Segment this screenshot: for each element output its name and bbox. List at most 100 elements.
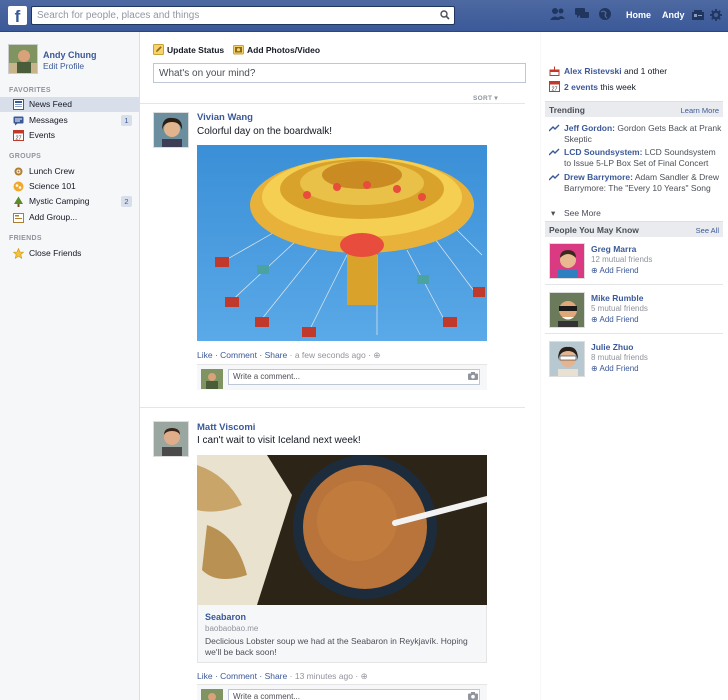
globe-notifications-icon[interactable] [598, 7, 612, 23]
comment-link[interactable]: Comment [220, 671, 257, 681]
sidebar-item-news-feed[interactable]: News Feed [0, 97, 139, 112]
news-feed-icon [13, 99, 24, 110]
pymk-title: People You May Know [549, 225, 639, 235]
trending-topic[interactable]: Drew Barrymore: [564, 172, 633, 182]
add-friend-button[interactable]: ⊕ Add Friend [591, 364, 639, 373]
add-friend-button[interactable]: ⊕ Add Friend [591, 266, 639, 275]
birthday-name[interactable]: Alex Ristevski [564, 66, 622, 76]
events-rest: this week [600, 82, 636, 92]
add-photos-tab[interactable]: Add Photos/Video [233, 44, 320, 55]
profile-name[interactable]: Andy Chung [43, 50, 97, 60]
sidebar-item-label: Add Group... [29, 212, 78, 222]
sidebar-item-add-group[interactable]: Add Group... [0, 210, 139, 225]
home-link[interactable]: Home [626, 10, 651, 20]
status-input[interactable]: What's on your mind? [153, 63, 526, 83]
sidebar-item-lunch-crew[interactable]: Lunch Crew [0, 164, 139, 179]
post-photo-lobster-soup[interactable] [197, 455, 487, 605]
star-icon [12, 247, 25, 259]
sidebar-item-label: Science 101 [29, 181, 76, 191]
person-name[interactable]: Greg Marra [591, 244, 636, 254]
post-author-name[interactable]: Matt Viscomi [197, 422, 255, 433]
science-group-icon [13, 181, 24, 192]
trending-item[interactable]: Jeff Gordon: Gordon Gets Back at Prank S… [548, 123, 724, 145]
person-avatar[interactable] [549, 341, 585, 377]
sidebar-item-label: Events [29, 130, 55, 140]
edit-profile-link[interactable]: Edit Profile [43, 61, 84, 71]
person-avatar[interactable] [549, 292, 585, 328]
post-photo-swing-ride[interactable] [197, 145, 487, 341]
birthday-cake-icon [549, 65, 560, 76]
trending-topic[interactable]: Jeff Gordon: [564, 123, 615, 133]
person-avatar[interactable] [549, 243, 585, 279]
add-friend-label: Add Friend [599, 315, 639, 324]
birthday-rest: and 1 other [624, 66, 668, 76]
sidebar-item-close-friends[interactable]: Close Friends [0, 246, 139, 261]
chevron-down-icon: ▾ [551, 208, 556, 218]
link-title[interactable]: Seabaron [205, 612, 246, 622]
add-friend-button[interactable]: ⊕ Add Friend [591, 315, 639, 324]
pencil-icon [153, 44, 164, 55]
add-group-icon [13, 212, 24, 223]
share-link[interactable]: Share [265, 350, 288, 360]
svg-text:27: 27 [551, 87, 557, 93]
post-action-bar: Like · Comment · Share · 13 minutes ago … [197, 671, 368, 681]
news-feed: Update Status Add Photos/Video What's on… [140, 32, 540, 700]
person-name[interactable]: Julie Zhuo [591, 342, 634, 352]
sidebar-item-events[interactable]: 27 Events [0, 128, 139, 143]
facebook-logo[interactable]: f [8, 6, 27, 25]
profile-avatar[interactable] [8, 44, 38, 74]
comment-input[interactable]: Write a comment... [228, 369, 480, 385]
camera-icon[interactable] [468, 372, 478, 382]
post-timestamp[interactable]: a few seconds ago [295, 350, 366, 360]
camera-icon[interactable] [468, 692, 478, 700]
calendar-icon: 27 [13, 130, 24, 142]
person-name[interactable]: Mike Rumble [591, 293, 643, 303]
divider [545, 333, 723, 334]
comment-box: Write a comment... [197, 364, 487, 390]
post-timestamp[interactable]: 13 minutes ago [295, 671, 353, 681]
mutual-friends[interactable]: 8 mutual friends [591, 353, 648, 362]
post-author-name[interactable]: Vivian Wang [197, 112, 253, 123]
public-globe-icon: ⊕ [373, 350, 381, 360]
link-preview-card[interactable]: Seabaron baobaobao.me Declicious Lobster… [197, 605, 487, 663]
mutual-friends[interactable]: 12 mutual friends [591, 255, 652, 264]
add-friend-label: Add Friend [599, 266, 639, 275]
privacy-shortcuts-icon[interactable] [692, 10, 704, 23]
sidebar-item-mystic-camping[interactable]: Mystic Camping 2 [0, 194, 139, 209]
add-friend-icon: ⊕ [591, 315, 598, 324]
events-reminder[interactable]: 27 2 events this week [549, 81, 636, 93]
people-you-may-know-header: People You May Know See All [545, 221, 723, 237]
like-link[interactable]: Like [197, 671, 213, 681]
search-input[interactable] [37, 7, 432, 24]
see-all-link[interactable]: See All [696, 226, 719, 235]
settings-gear-icon[interactable] [710, 9, 722, 23]
post-text: I can't wait to visit Iceland next week! [197, 435, 361, 446]
see-more-link[interactable]: ▾ See More [549, 208, 724, 219]
mutual-friends[interactable]: 5 mutual friends [591, 304, 648, 313]
post-author-avatar[interactable] [153, 112, 189, 148]
learn-more-link[interactable]: Learn More [681, 106, 719, 115]
sort-dropdown[interactable]: SORT ▾ [473, 94, 498, 102]
post-text: Colorful day on the boardwalk! [197, 126, 333, 137]
trending-item[interactable]: Drew Barrymore: Adam Sandler & Drew Barr… [548, 172, 724, 205]
comment-link[interactable]: Comment [220, 350, 257, 360]
trending-topic[interactable]: LCD Soundsystem: [564, 147, 642, 157]
post-author-avatar[interactable] [153, 421, 189, 457]
like-link[interactable]: Like [197, 350, 213, 360]
sidebar-item-messages[interactable]: Messages 1 [0, 113, 139, 128]
sort-label: SORT [473, 95, 493, 102]
search-icon[interactable] [440, 10, 450, 22]
favorites-header: FAVORITES [9, 87, 51, 94]
search-box[interactable] [31, 6, 455, 25]
update-status-tab[interactable]: Update Status [153, 44, 224, 55]
messages-icon[interactable] [574, 7, 590, 23]
sidebar-item-science-101[interactable]: Science 101 [0, 179, 139, 194]
comment-input[interactable]: Write a comment... [228, 689, 480, 700]
share-link[interactable]: Share [265, 671, 288, 681]
tree-group-icon [13, 196, 24, 207]
right-sidebar: Alex Ristevski and 1 other 27 2 events th… [541, 32, 728, 700]
profile-link[interactable]: Andy [662, 10, 685, 20]
friend-requests-icon[interactable] [550, 7, 566, 23]
birthday-reminder[interactable]: Alex Ristevski and 1 other [549, 65, 667, 76]
events-count[interactable]: 2 events [564, 82, 598, 92]
